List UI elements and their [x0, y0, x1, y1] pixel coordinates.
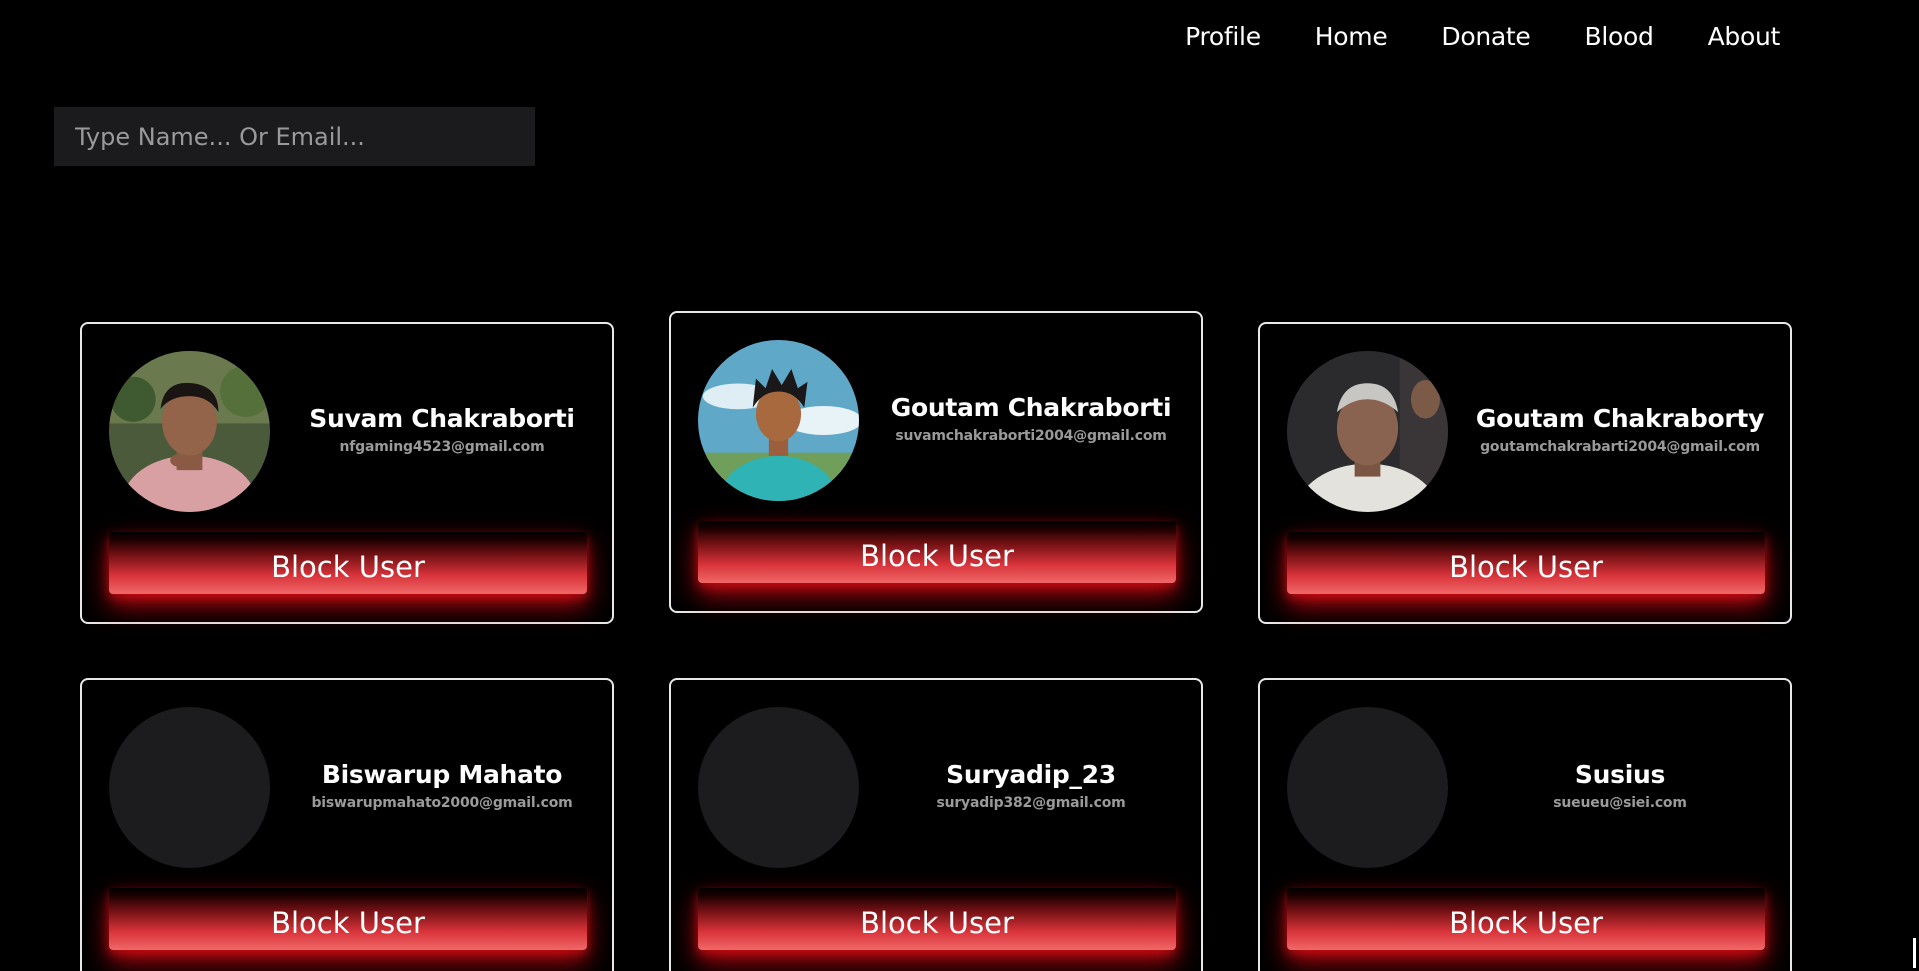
user-email: biswarupmahato2000@gmail.com: [311, 795, 573, 811]
user-info: Goutam Chakraborty goutamchakrabarti2004…: [1460, 404, 1780, 455]
nav-blood[interactable]: Blood: [1558, 22, 1681, 51]
user-name: Goutam Chakraborti: [890, 393, 1172, 422]
block-user-label: Block User: [1449, 905, 1603, 940]
user-card: Suryadip_23 suryadip382@gmail.com Block …: [669, 678, 1203, 971]
user-card: Goutam Chakraborti suvamchakraborti2004@…: [669, 311, 1203, 613]
block-user-button[interactable]: Block User: [1287, 888, 1765, 950]
user-email: suvamchakraborti2004@gmail.com: [895, 428, 1167, 444]
text-cursor: [1913, 938, 1916, 968]
nav-profile[interactable]: Profile: [1158, 22, 1288, 51]
user-name: Goutam Chakraborty: [1475, 404, 1765, 433]
user-card: Goutam Chakraborty goutamchakrabarti2004…: [1258, 322, 1792, 624]
avatar: [698, 707, 859, 868]
nav-donate[interactable]: Donate: [1414, 22, 1557, 51]
user-email: nfgaming4523@gmail.com: [339, 439, 545, 455]
user-name: Suvam Chakraborti: [309, 404, 575, 433]
user-illustration-avatar: [698, 340, 859, 501]
avatar: [109, 707, 270, 868]
user-photo-avatar: [109, 351, 270, 512]
user-info: Suryadip_23 suryadip382@gmail.com: [871, 760, 1191, 811]
block-user-label: Block User: [860, 905, 1014, 940]
block-user-label: Block User: [1449, 549, 1603, 584]
user-email: goutamchakrabarti2004@gmail.com: [1480, 439, 1760, 455]
page: Profile Home Donate Blood About Suvam Ch…: [0, 0, 1919, 971]
avatar: [1287, 707, 1448, 868]
nav-home[interactable]: Home: [1288, 22, 1415, 51]
user-name: Suryadip_23: [946, 760, 1116, 789]
block-user-button[interactable]: Block User: [698, 521, 1176, 583]
block-user-label: Block User: [271, 549, 425, 584]
avatar: [698, 340, 859, 501]
user-info: Biswarup Mahato biswarupmahato2000@gmail…: [282, 760, 602, 811]
block-user-button[interactable]: Block User: [109, 532, 587, 594]
avatar: [1287, 351, 1448, 512]
search-input[interactable]: [54, 107, 535, 166]
user-card: Susius sueueu@siei.com Block User: [1258, 678, 1792, 971]
block-user-label: Block User: [271, 905, 425, 940]
block-user-button[interactable]: Block User: [109, 888, 587, 950]
user-info: Suvam Chakraborti nfgaming4523@gmail.com: [282, 404, 602, 455]
user-card: Biswarup Mahato biswarupmahato2000@gmail…: [80, 678, 614, 971]
user-card: Suvam Chakraborti nfgaming4523@gmail.com…: [80, 322, 614, 624]
user-photo-avatar: [1287, 351, 1448, 512]
user-info: Susius sueueu@siei.com: [1460, 760, 1780, 811]
block-user-label: Block User: [860, 538, 1014, 573]
block-user-button[interactable]: Block User: [698, 888, 1176, 950]
nav-about[interactable]: About: [1681, 22, 1807, 51]
user-info: Goutam Chakraborti suvamchakraborti2004@…: [871, 393, 1191, 444]
avatar: [109, 351, 270, 512]
user-name: Susius: [1574, 760, 1666, 789]
user-email: sueueu@siei.com: [1553, 795, 1687, 811]
user-name: Biswarup Mahato: [321, 760, 563, 789]
top-nav: Profile Home Donate Blood About: [1158, 22, 1807, 51]
user-email: suryadip382@gmail.com: [936, 795, 1126, 811]
block-user-button[interactable]: Block User: [1287, 532, 1765, 594]
